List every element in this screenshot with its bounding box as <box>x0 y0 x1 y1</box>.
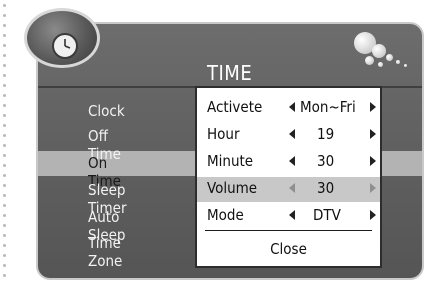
right-arrow-icon[interactable] <box>370 102 376 112</box>
row-mode[interactable]: Mode DTV <box>197 204 380 229</box>
row-value: 30 <box>317 152 335 170</box>
close-button[interactable]: Close <box>197 240 380 258</box>
row-label: Hour <box>207 125 240 143</box>
left-arrow-icon[interactable] <box>289 102 295 112</box>
right-arrow-icon[interactable] <box>370 156 376 166</box>
row-hour[interactable]: Hour 19 <box>197 123 380 148</box>
row-label: Activete <box>207 98 263 116</box>
left-arrow-icon[interactable] <box>289 183 295 193</box>
row-volume[interactable]: Volume 30 <box>197 177 380 202</box>
left-arrow-icon[interactable] <box>289 210 295 220</box>
row-label: Mode <box>207 206 244 224</box>
row-minute[interactable]: Minute 30 <box>197 150 380 175</box>
menu-item-clock[interactable]: Clock <box>88 102 125 120</box>
separator-line <box>205 230 372 231</box>
row-value: 30 <box>317 179 335 197</box>
bubbles-logo-icon <box>350 30 420 76</box>
row-label: Volume <box>207 179 258 197</box>
left-arrow-icon[interactable] <box>289 156 295 166</box>
left-arrow-icon[interactable] <box>289 129 295 139</box>
on-time-popup: Activete Mon~Fri Hour 19 Minute 30 Volum… <box>195 86 382 268</box>
right-arrow-icon[interactable] <box>370 210 376 220</box>
right-arrow-icon[interactable] <box>370 129 376 139</box>
page-title: TIME <box>207 61 253 85</box>
menu-item-time-zone[interactable]: Time Zone <box>88 234 122 270</box>
row-value: Mon~Fri <box>300 98 356 116</box>
clock-icon <box>52 33 78 59</box>
row-label: Minute <box>207 152 254 170</box>
row-value: 19 <box>317 125 335 143</box>
row-activete[interactable]: Activete Mon~Fri <box>197 96 380 121</box>
dotted-edge <box>3 0 7 284</box>
right-arrow-icon[interactable] <box>370 183 376 193</box>
